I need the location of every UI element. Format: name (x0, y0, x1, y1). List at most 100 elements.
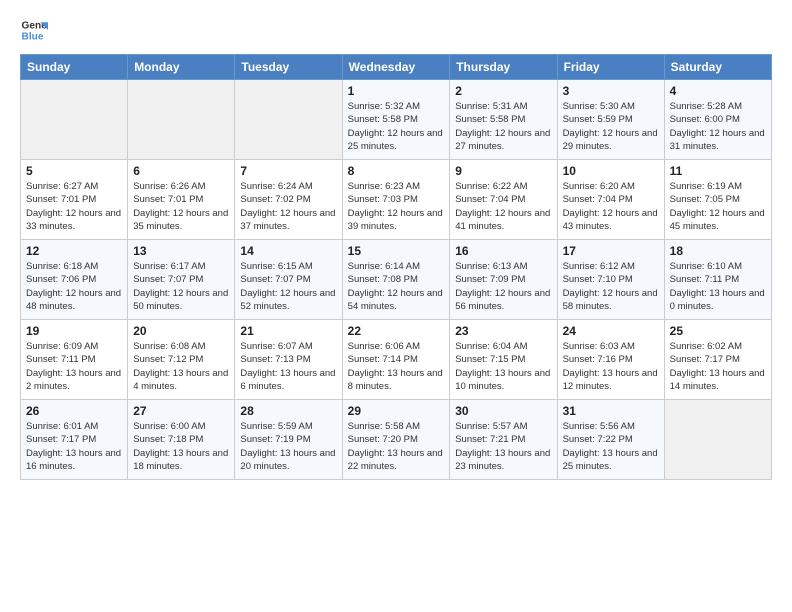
day-info: Sunrise: 6:15 AM Sunset: 7:07 PM Dayligh… (240, 260, 336, 313)
day-number: 5 (26, 164, 122, 178)
page-header: General Blue (20, 16, 772, 44)
day-cell-4: 4 Sunrise: 5:28 AM Sunset: 6:00 PM Daylig… (664, 80, 771, 160)
day-cell-17: 17 Sunrise: 6:12 AM Sunset: 7:10 PM Dayli… (557, 240, 664, 320)
empty-cell (128, 80, 235, 160)
day-number: 3 (563, 84, 659, 98)
day-info: Sunrise: 6:14 AM Sunset: 7:08 PM Dayligh… (348, 260, 445, 313)
day-cell-5: 5 Sunrise: 6:27 AM Sunset: 7:01 PM Daylig… (21, 160, 128, 240)
day-cell-22: 22 Sunrise: 6:06 AM Sunset: 7:14 PM Dayli… (342, 320, 450, 400)
calendar-header-row: SundayMondayTuesdayWednesdayThursdayFrid… (21, 55, 772, 80)
day-info: Sunrise: 6:12 AM Sunset: 7:10 PM Dayligh… (563, 260, 659, 313)
day-info: Sunrise: 5:31 AM Sunset: 5:58 PM Dayligh… (455, 100, 551, 153)
day-number: 17 (563, 244, 659, 258)
day-cell-26: 26 Sunrise: 6:01 AM Sunset: 7:17 PM Dayli… (21, 400, 128, 480)
calendar-page: General Blue SundayMondayTuesdayWednesda… (0, 0, 792, 490)
calendar-table: SundayMondayTuesdayWednesdayThursdayFrid… (20, 54, 772, 480)
day-cell-25: 25Sunrise: 6:02 AM Sunset: 7:17 PM Dayli… (664, 320, 771, 400)
day-cell-15: 15 Sunrise: 6:14 AM Sunset: 7:08 PM Dayli… (342, 240, 450, 320)
day-cell-3: 3 Sunrise: 5:30 AM Sunset: 5:59 PM Daylig… (557, 80, 664, 160)
day-info: Sunrise: 6:00 AM Sunset: 7:18 PM Dayligh… (133, 420, 229, 473)
day-cell-1: 1 Sunrise: 5:32 AM Sunset: 5:58 PM Daylig… (342, 80, 450, 160)
day-number: 13 (133, 244, 229, 258)
day-header-thursday: Thursday (450, 55, 557, 80)
day-cell-30: 30 Sunrise: 5:57 AM Sunset: 7:21 PM Dayli… (450, 400, 557, 480)
day-info: Sunrise: 6:17 AM Sunset: 7:07 PM Dayligh… (133, 260, 229, 313)
day-cell-8: 8Sunrise: 6:23 AM Sunset: 7:03 PM Daylig… (342, 160, 450, 240)
day-info: Sunrise: 6:19 AM Sunset: 7:05 PM Dayligh… (670, 180, 766, 233)
day-info: Sunrise: 6:08 AM Sunset: 7:12 PM Dayligh… (133, 340, 229, 393)
day-number: 22 (348, 324, 445, 338)
day-number: 15 (348, 244, 445, 258)
day-number: 4 (670, 84, 766, 98)
svg-text:Blue: Blue (22, 31, 44, 42)
day-number: 1 (348, 84, 445, 98)
day-number: 6 (133, 164, 229, 178)
day-number: 7 (240, 164, 336, 178)
day-number: 30 (455, 404, 551, 418)
week-row-3: 12 Sunrise: 6:18 AM Sunset: 7:06 PM Dayli… (21, 240, 772, 320)
day-header-sunday: Sunday (21, 55, 128, 80)
week-row-4: 19Sunrise: 6:09 AM Sunset: 7:11 PM Dayli… (21, 320, 772, 400)
day-header-wednesday: Wednesday (342, 55, 450, 80)
day-number: 27 (133, 404, 229, 418)
day-info: Sunrise: 6:18 AM Sunset: 7:06 PM Dayligh… (26, 260, 122, 313)
day-header-friday: Friday (557, 55, 664, 80)
day-cell-16: 16Sunrise: 6:13 AM Sunset: 7:09 PM Dayli… (450, 240, 557, 320)
empty-cell (664, 400, 771, 480)
logo: General Blue (20, 16, 52, 44)
day-info: Sunrise: 5:28 AM Sunset: 6:00 PM Dayligh… (670, 100, 766, 153)
day-cell-7: 7 Sunrise: 6:24 AM Sunset: 7:02 PM Daylig… (235, 160, 342, 240)
day-info: Sunrise: 6:03 AM Sunset: 7:16 PM Dayligh… (563, 340, 659, 393)
day-number: 11 (670, 164, 766, 178)
day-number: 2 (455, 84, 551, 98)
day-number: 10 (563, 164, 659, 178)
day-info: Sunrise: 6:06 AM Sunset: 7:14 PM Dayligh… (348, 340, 445, 393)
day-header-monday: Monday (128, 55, 235, 80)
day-cell-19: 19Sunrise: 6:09 AM Sunset: 7:11 PM Dayli… (21, 320, 128, 400)
day-cell-23: 23Sunrise: 6:04 AM Sunset: 7:15 PM Dayli… (450, 320, 557, 400)
empty-cell (235, 80, 342, 160)
day-cell-24: 24 Sunrise: 6:03 AM Sunset: 7:16 PM Dayli… (557, 320, 664, 400)
day-header-saturday: Saturday (664, 55, 771, 80)
day-info: Sunrise: 6:27 AM Sunset: 7:01 PM Dayligh… (26, 180, 122, 233)
day-number: 21 (240, 324, 336, 338)
day-cell-11: 11 Sunrise: 6:19 AM Sunset: 7:05 PM Dayli… (664, 160, 771, 240)
day-info: Sunrise: 5:57 AM Sunset: 7:21 PM Dayligh… (455, 420, 551, 473)
day-info: Sunrise: 6:13 AM Sunset: 7:09 PM Dayligh… (455, 260, 551, 313)
day-number: 8 (348, 164, 445, 178)
day-number: 29 (348, 404, 445, 418)
day-number: 20 (133, 324, 229, 338)
empty-cell (21, 80, 128, 160)
day-info: Sunrise: 6:22 AM Sunset: 7:04 PM Dayligh… (455, 180, 551, 233)
day-cell-2: 2 Sunrise: 5:31 AM Sunset: 5:58 PM Daylig… (450, 80, 557, 160)
day-number: 24 (563, 324, 659, 338)
day-info: Sunrise: 6:26 AM Sunset: 7:01 PM Dayligh… (133, 180, 229, 233)
day-cell-6: 6 Sunrise: 6:26 AM Sunset: 7:01 PM Daylig… (128, 160, 235, 240)
day-number: 19 (26, 324, 122, 338)
day-info: Sunrise: 6:24 AM Sunset: 7:02 PM Dayligh… (240, 180, 336, 233)
day-cell-10: 10 Sunrise: 6:20 AM Sunset: 7:04 PM Dayli… (557, 160, 664, 240)
day-info: Sunrise: 6:07 AM Sunset: 7:13 PM Dayligh… (240, 340, 336, 393)
day-number: 26 (26, 404, 122, 418)
day-cell-31: 31Sunrise: 5:56 AM Sunset: 7:22 PM Dayli… (557, 400, 664, 480)
day-number: 12 (26, 244, 122, 258)
day-number: 31 (563, 404, 659, 418)
day-info: Sunrise: 5:32 AM Sunset: 5:58 PM Dayligh… (348, 100, 445, 153)
day-info: Sunrise: 6:04 AM Sunset: 7:15 PM Dayligh… (455, 340, 551, 393)
day-number: 18 (670, 244, 766, 258)
day-info: Sunrise: 5:58 AM Sunset: 7:20 PM Dayligh… (348, 420, 445, 473)
day-cell-29: 29 Sunrise: 5:58 AM Sunset: 7:20 PM Dayli… (342, 400, 450, 480)
day-cell-27: 27 Sunrise: 6:00 AM Sunset: 7:18 PM Dayli… (128, 400, 235, 480)
day-cell-14: 14Sunrise: 6:15 AM Sunset: 7:07 PM Dayli… (235, 240, 342, 320)
day-cell-9: 9 Sunrise: 6:22 AM Sunset: 7:04 PM Daylig… (450, 160, 557, 240)
day-number: 25 (670, 324, 766, 338)
day-cell-18: 18 Sunrise: 6:10 AM Sunset: 7:11 PM Dayli… (664, 240, 771, 320)
day-info: Sunrise: 5:30 AM Sunset: 5:59 PM Dayligh… (563, 100, 659, 153)
logo-icon: General Blue (20, 16, 48, 44)
day-info: Sunrise: 5:59 AM Sunset: 7:19 PM Dayligh… (240, 420, 336, 473)
day-info: Sunrise: 6:20 AM Sunset: 7:04 PM Dayligh… (563, 180, 659, 233)
day-info: Sunrise: 6:01 AM Sunset: 7:17 PM Dayligh… (26, 420, 122, 473)
day-number: 9 (455, 164, 551, 178)
day-cell-21: 21 Sunrise: 6:07 AM Sunset: 7:13 PM Dayli… (235, 320, 342, 400)
day-info: Sunrise: 6:10 AM Sunset: 7:11 PM Dayligh… (670, 260, 766, 313)
